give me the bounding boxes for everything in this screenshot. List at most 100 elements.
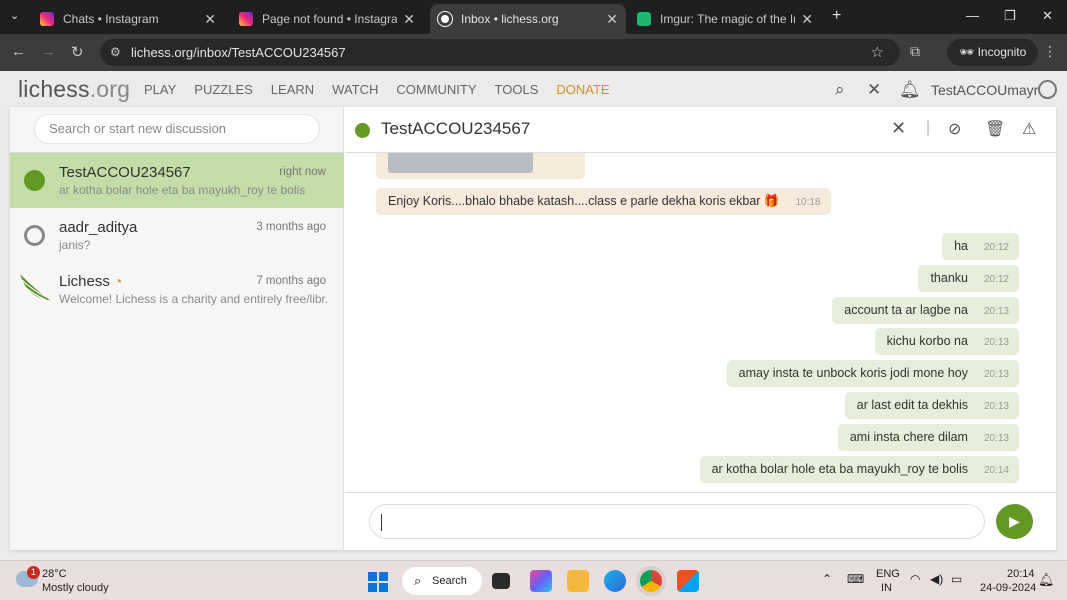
nav-learn[interactable]: LEARN bbox=[271, 82, 314, 97]
report-icon[interactable]: ⚠ bbox=[1022, 119, 1036, 139]
tab-imgur[interactable]: Imgur: The magic of the Interne ✕ bbox=[629, 4, 821, 34]
user-menu[interactable]: TestACCOUmayr bbox=[931, 82, 1038, 98]
message-composer: ▶ bbox=[345, 492, 1056, 550]
clock-date[interactable]: 24-09-2024 bbox=[980, 582, 1036, 594]
tab-title: Page not found • Instagram bbox=[262, 12, 398, 26]
tab-title: Inbox • lichess.org bbox=[461, 12, 559, 26]
chrome-icon[interactable] bbox=[640, 570, 662, 592]
weather-condition: Mostly cloudy bbox=[42, 582, 109, 594]
message-bubble: ar last edit ta dekhis 20:13 bbox=[844, 392, 1019, 419]
nav-donate[interactable]: DONATE bbox=[556, 82, 609, 97]
nav-community[interactable]: COMMUNITY bbox=[396, 82, 476, 97]
close-tab-icon[interactable]: ✕ bbox=[403, 11, 415, 28]
search-icon[interactable]: ⌕ bbox=[835, 80, 845, 100]
challenge-icon[interactable]: ✕ bbox=[891, 118, 906, 139]
store-icon[interactable] bbox=[677, 570, 699, 592]
nav-play[interactable]: PLAY bbox=[144, 82, 176, 97]
reload-icon[interactable]: ↻ bbox=[71, 43, 84, 61]
language-top[interactable]: ENG bbox=[876, 568, 900, 580]
language-bottom[interactable]: IN bbox=[881, 582, 892, 594]
contact-preview: ar kotha bolar hole eta ba mayukh_roy te… bbox=[59, 183, 306, 197]
close-window-icon[interactable]: ✕ bbox=[1042, 8, 1053, 24]
challenge-swords-icon[interactable]: ✕ bbox=[867, 80, 881, 100]
incognito-badge[interactable]: 🕶 Incognito bbox=[947, 39, 1039, 66]
message-text: ami insta chere dilam bbox=[849, 430, 968, 444]
minimize-icon[interactable]: — bbox=[966, 8, 979, 23]
offline-status-icon bbox=[24, 225, 45, 246]
send-icon: ▶ bbox=[1009, 513, 1020, 529]
tab-search-dropdown-icon[interactable]: ⌄ bbox=[10, 9, 19, 22]
site-logo[interactable]: lichess.org bbox=[18, 76, 130, 103]
online-status-icon bbox=[24, 170, 45, 191]
clock-time[interactable]: 20:14 bbox=[1007, 568, 1035, 580]
message-bubble: thanku 20:12 bbox=[918, 265, 1019, 292]
conversation-header: TestACCOU234567 ✕ | ⊘ 🗑︎ ⚠ bbox=[345, 107, 1056, 153]
new-tab-icon[interactable]: + bbox=[832, 7, 841, 25]
wifi-icon[interactable]: ◠ bbox=[910, 572, 920, 586]
message-bubble: kichu korbo na 20:13 bbox=[874, 328, 1019, 355]
message-time: 20:13 bbox=[983, 401, 1009, 412]
delete-icon[interactable]: 🗑︎ bbox=[985, 119, 1005, 139]
message-input[interactable] bbox=[369, 504, 985, 539]
nav-tools[interactable]: TOOLS bbox=[495, 82, 539, 97]
edge-icon[interactable] bbox=[604, 570, 626, 592]
send-button[interactable]: ▶ bbox=[996, 504, 1033, 539]
notification-bell-icon[interactable]: 🔔︎ bbox=[1038, 572, 1055, 588]
show-hidden-icons-icon[interactable]: ⌃ bbox=[822, 572, 832, 586]
browser-tab-strip: ⌄ Chats • Instagram ✕ Page not found • I… bbox=[0, 0, 1067, 34]
block-icon[interactable]: ⊘ bbox=[948, 119, 961, 139]
tab-chats-instagram[interactable]: Chats • Instagram ✕ bbox=[32, 4, 224, 34]
browser-menu-icon[interactable]: ⋮ bbox=[1043, 43, 1057, 60]
address-bar[interactable]: ⚙ lichess.org/inbox/TestACCOU234567 ☆ bbox=[100, 39, 900, 66]
taskbar-search[interactable]: ⌕ Search bbox=[402, 567, 482, 595]
close-tab-icon[interactable]: ✕ bbox=[801, 11, 813, 28]
back-icon[interactable]: ← bbox=[11, 43, 26, 60]
forward-icon[interactable]: → bbox=[41, 43, 56, 60]
message-time: 20:13 bbox=[983, 433, 1009, 444]
nav-watch[interactable]: WATCH bbox=[332, 82, 378, 97]
message-bubble: Enjoy Koris....bhalo bhabe katash....cla… bbox=[376, 188, 831, 215]
close-tab-icon[interactable]: ✕ bbox=[606, 11, 618, 28]
extensions-icon[interactable]: ⧉ bbox=[910, 43, 920, 60]
volume-icon[interactable]: ◀) bbox=[930, 572, 943, 586]
user-avatar-icon[interactable] bbox=[1038, 80, 1057, 99]
lichess-page: lichess.org PLAY PUZZLES LEARN WATCH COM… bbox=[0, 71, 1067, 560]
battery-icon[interactable]: ▭ bbox=[951, 572, 962, 586]
image-message[interactable] bbox=[376, 153, 585, 179]
message-text: ar last edit ta dekhis bbox=[856, 398, 968, 412]
contact-time: 7 months ago bbox=[256, 275, 326, 287]
message-text: thanku bbox=[930, 271, 968, 285]
url-text: lichess.org/inbox/TestACCOU234567 bbox=[131, 45, 346, 60]
taskbar-search-label: Search bbox=[432, 575, 467, 587]
tab-lichess-inbox[interactable]: Inbox • lichess.org ✕ bbox=[430, 4, 626, 34]
message-time: 20:12 bbox=[983, 242, 1009, 253]
discussion-search-input[interactable]: Search or start new discussion bbox=[34, 114, 320, 144]
contact-item[interactable]: TestACCOU234567 right now ar kotha bolar… bbox=[10, 153, 344, 208]
conversation-title[interactable]: TestACCOU234567 bbox=[381, 119, 530, 139]
image-thumbnail bbox=[388, 153, 533, 173]
copilot-icon[interactable] bbox=[530, 570, 552, 592]
task-view-icon[interactable] bbox=[492, 573, 510, 589]
bookmark-star-icon[interactable]: ☆ bbox=[871, 39, 884, 66]
restore-icon[interactable]: ❐ bbox=[1004, 8, 1016, 24]
message-text: ar kotha bolar hole eta ba mayukh_roy te… bbox=[711, 462, 968, 476]
contact-item[interactable]: Lichess ◔ 7 months ago Welcome! Lichess … bbox=[10, 262, 344, 317]
message-time: 20:13 bbox=[983, 306, 1009, 317]
contacts-sidebar: Search or start new discussion TestACCOU… bbox=[10, 107, 344, 550]
message-time: 20:14 bbox=[983, 465, 1009, 476]
message-time: 10:18 bbox=[795, 197, 821, 208]
site-info-icon[interactable]: ⚙ bbox=[110, 39, 121, 66]
keyboard-icon[interactable]: ⌨ bbox=[847, 572, 864, 586]
message-text: Enjoy Koris....bhalo bhabe katash....cla… bbox=[388, 194, 780, 208]
nav-puzzles[interactable]: PUZZLES bbox=[194, 82, 253, 97]
windows-start-icon[interactable] bbox=[368, 572, 388, 592]
contact-item[interactable]: aadr_aditya 3 months ago janis? bbox=[10, 208, 344, 263]
close-tab-icon[interactable]: ✕ bbox=[204, 11, 216, 28]
tab-page-not-found[interactable]: Page not found • Instagram ✕ bbox=[231, 4, 423, 34]
notification-bell-icon[interactable]: 🔔︎ bbox=[899, 80, 921, 100]
inbox-panel: Search or start new discussion TestACCOU… bbox=[10, 107, 1056, 550]
weather-widget[interactable]: 1 28°C Mostly cloudy bbox=[14, 566, 134, 597]
site-header: lichess.org PLAY PUZZLES LEARN WATCH COM… bbox=[0, 71, 1067, 107]
file-explorer-icon[interactable] bbox=[567, 570, 589, 592]
incognito-label: Incognito bbox=[977, 45, 1027, 59]
